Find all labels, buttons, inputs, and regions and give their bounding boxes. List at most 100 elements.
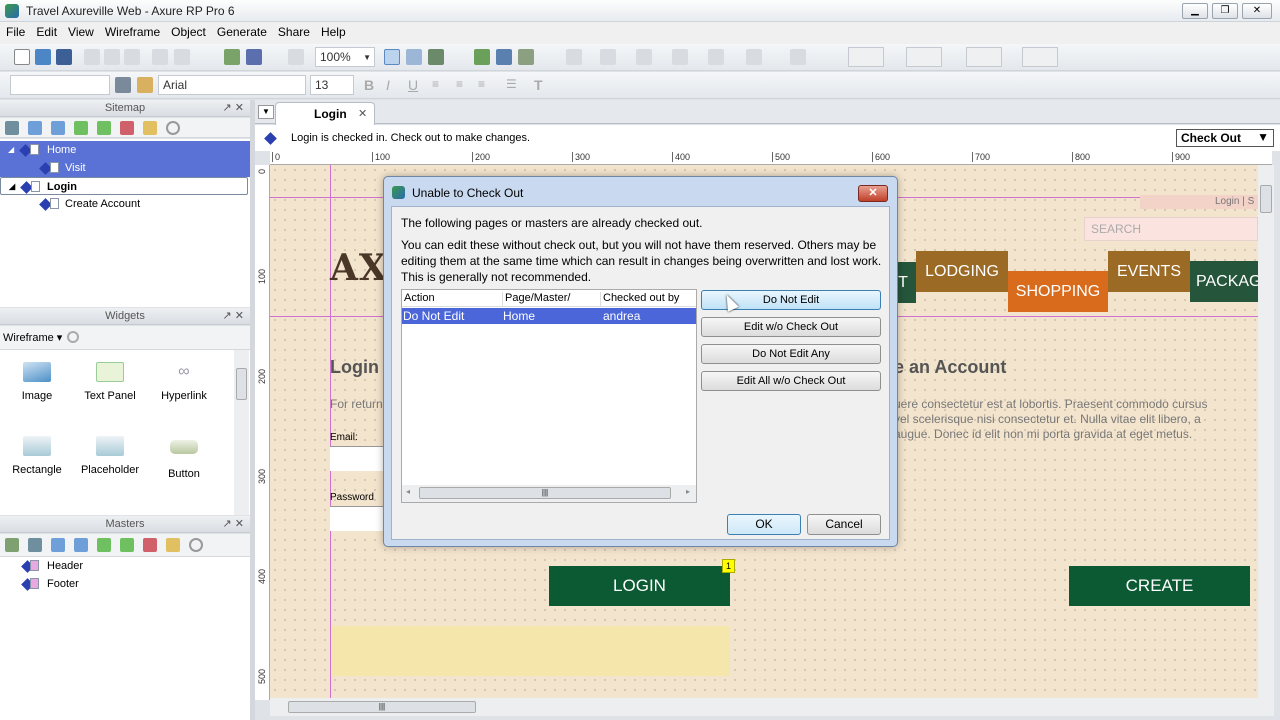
rename-icon[interactable] [143, 121, 157, 135]
search-icon[interactable] [166, 121, 180, 135]
widget-placeholder[interactable]: Placeholder [73, 436, 147, 476]
rename-icon[interactable] [166, 538, 180, 552]
sitemap-item-home[interactable]: ◢ Home [0, 141, 250, 159]
line-weight-icon[interactable] [636, 49, 652, 65]
menu-wireframe[interactable]: Wireframe [99, 22, 165, 39]
font-size-select[interactable]: 13 [310, 75, 354, 95]
spellcheck-icon[interactable] [288, 49, 304, 65]
delete-master-icon[interactable] [143, 538, 157, 552]
y-field[interactable] [906, 47, 942, 67]
tab-login[interactable]: Login ✕ [275, 102, 375, 125]
menu-file[interactable]: File [0, 22, 30, 39]
generate-html-icon[interactable] [474, 49, 490, 65]
width-field[interactable] [966, 47, 1002, 67]
new-icon[interactable] [14, 49, 30, 65]
menu-edit[interactable]: Edit [30, 22, 62, 39]
delete-page-icon[interactable] [120, 121, 134, 135]
sitemap-item-visit[interactable]: Visit [0, 159, 250, 177]
font-family-select[interactable]: Arial [158, 75, 306, 95]
generate-other-icon[interactable] [518, 49, 534, 65]
style-select[interactable] [10, 75, 110, 95]
tab-list-dropdown[interactable]: ▼ [258, 105, 274, 119]
outdent-icon[interactable] [120, 538, 134, 552]
master-item-footer[interactable]: Footer [0, 575, 250, 593]
select-mode-icon[interactable] [384, 49, 400, 65]
align-center-icon[interactable]: ≡ [456, 77, 472, 93]
line-color-icon[interactable] [600, 49, 616, 65]
arrow-style-icon[interactable] [708, 49, 724, 65]
list-horizontal-scrollbar[interactable]: ◂ ||| ▸ [402, 485, 696, 502]
login-button[interactable]: LOGIN [549, 566, 730, 606]
fill-color-icon[interactable] [566, 49, 582, 65]
nav-item-packages[interactable]: PACKAG [1190, 261, 1258, 302]
edit-without-check-out-button[interactable]: Edit w/o Check Out [701, 317, 881, 337]
edit-all-without-check-out-button[interactable]: Edit All w/o Check Out [701, 371, 881, 391]
cancel-button[interactable]: Cancel [807, 514, 881, 535]
widget-button[interactable]: Button [147, 436, 221, 480]
minimize-button[interactable]: ▁ [1182, 3, 1208, 19]
open-icon[interactable] [35, 49, 51, 65]
paste-icon[interactable] [124, 49, 140, 65]
sitemap-item-login[interactable]: ◢ Login [0, 177, 248, 195]
panel-pin-close-icons[interactable]: ↗ ✕ [223, 100, 245, 116]
panel-pin-close-icons[interactable]: ↗ ✕ [223, 516, 245, 532]
do-not-edit-any-button[interactable]: Do Not Edit Any [701, 344, 881, 364]
dialog-close-button[interactable]: ✕ [858, 185, 888, 202]
login-signup-link[interactable]: Login | S [1215, 196, 1254, 207]
menu-object[interactable]: Object [165, 22, 211, 39]
nav-item-events[interactable]: EVENTS [1108, 251, 1190, 292]
column-checked-out-by[interactable]: Checked out by [600, 292, 679, 307]
add-folder-icon[interactable] [5, 538, 19, 552]
list-row[interactable]: Do Not Edit Home andrea [402, 308, 696, 324]
check-out-button[interactable]: Check Out ▼ [1176, 129, 1274, 147]
widget-hyperlink[interactable]: ∞ Hyperlink [147, 362, 221, 402]
add-page-icon[interactable] [5, 121, 19, 135]
underline-icon[interactable]: U [408, 77, 424, 93]
connector-icon[interactable] [428, 49, 444, 65]
zoom-select[interactable]: 100% ▼ [315, 47, 375, 67]
widget-image[interactable]: Image [0, 362, 74, 402]
search-icon[interactable] [67, 331, 79, 343]
generate-word-icon[interactable] [496, 49, 512, 65]
note-badge[interactable]: 1 [722, 559, 735, 573]
create-button[interactable]: CREATE [1069, 566, 1250, 606]
save-icon[interactable] [56, 49, 72, 65]
move-up-icon[interactable] [51, 538, 65, 552]
sitemap-item-create-account[interactable]: Create Account [0, 195, 250, 213]
line-style-icon[interactable] [672, 49, 688, 65]
indent-icon[interactable] [97, 538, 111, 552]
canvas-horizontal-scrollbar[interactable]: ||| [270, 698, 1274, 716]
search-box[interactable]: SEARCH [1084, 217, 1258, 241]
format-painter-icon[interactable] [115, 77, 131, 93]
align-left-icon[interactable]: ≡ [432, 77, 448, 93]
menu-view[interactable]: View [62, 22, 99, 39]
canvas-vertical-scrollbar[interactable] [1258, 165, 1274, 698]
height-field[interactable] [1022, 47, 1058, 67]
menu-generate[interactable]: Generate [211, 22, 272, 39]
checkout-icon[interactable] [224, 49, 240, 65]
indent-icon[interactable] [74, 121, 88, 135]
undo-icon[interactable] [152, 49, 168, 65]
nav-item-shopping[interactable]: SHOPPING [1008, 271, 1108, 312]
master-item-header[interactable]: Header [0, 557, 250, 575]
bold-icon[interactable]: B [364, 77, 380, 93]
menu-help[interactable]: Help [315, 22, 351, 39]
move-up-icon[interactable] [28, 121, 42, 135]
move-down-icon[interactable] [51, 121, 65, 135]
restore-button[interactable]: ❐ [1212, 3, 1238, 19]
x-field[interactable] [848, 47, 884, 67]
brush-icon[interactable] [137, 77, 153, 93]
search-icon[interactable] [189, 538, 203, 552]
nav-item-lodging[interactable]: LODGING [916, 251, 1008, 292]
redo-icon[interactable] [174, 49, 190, 65]
align-icon[interactable] [746, 49, 762, 65]
close-tab-icon[interactable]: ✕ [358, 107, 367, 120]
select-contained-icon[interactable] [406, 49, 422, 65]
copy-icon[interactable] [104, 49, 120, 65]
bullets-icon[interactable]: ☰ [506, 77, 522, 93]
panel-pin-close-icons[interactable]: ↗ ✕ [223, 308, 245, 324]
ok-button[interactable]: OK [727, 514, 801, 535]
widget-rectangle[interactable]: Rectangle [0, 436, 74, 476]
distribute-icon[interactable] [790, 49, 806, 65]
widget-text-panel[interactable]: Text Panel [73, 362, 147, 402]
